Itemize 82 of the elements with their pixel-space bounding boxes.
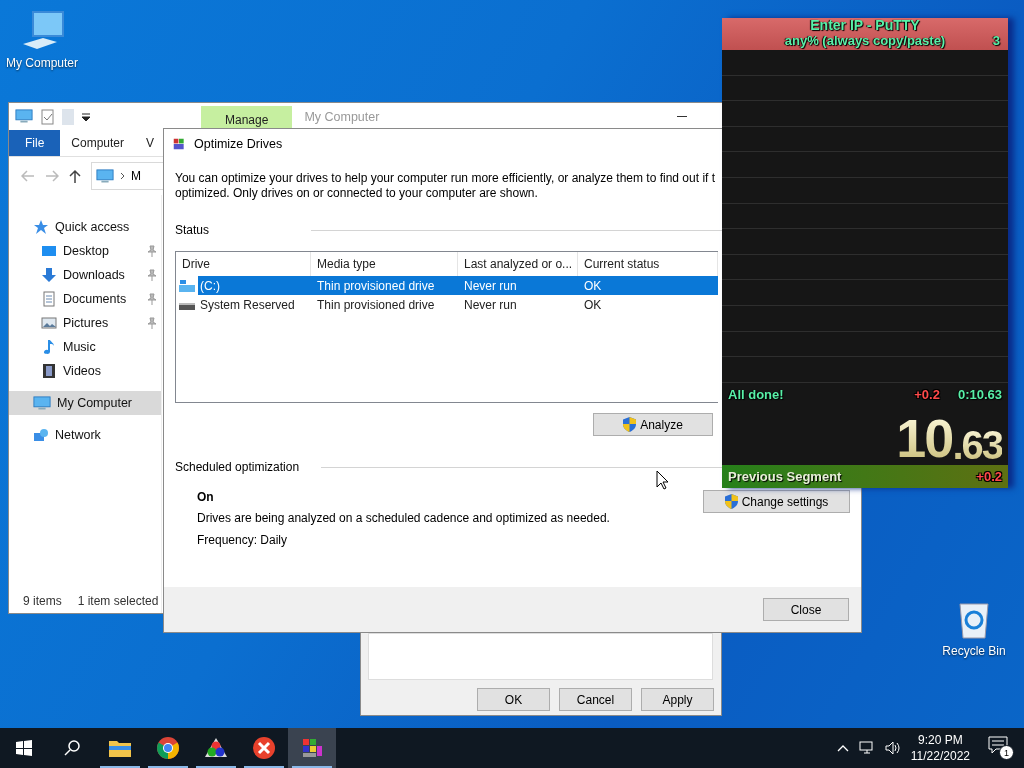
nav-item[interactable]: Videos xyxy=(9,359,161,383)
desktop-icon xyxy=(41,243,57,259)
close-button[interactable]: Close xyxy=(763,598,849,621)
computer-icon xyxy=(96,168,114,184)
change-settings-button[interactable]: Change settings xyxy=(703,490,850,513)
table-cell-text: Never run xyxy=(463,296,518,314)
dropdown-icon[interactable] xyxy=(82,112,90,121)
chevron-up-icon[interactable] xyxy=(836,744,849,752)
table-cell-text: OK xyxy=(583,296,603,314)
chevron-right-icon xyxy=(120,172,125,180)
circles-icon xyxy=(204,736,228,760)
section-heading: Scheduled optimization xyxy=(175,460,300,474)
status-text: 1 item selected xyxy=(77,594,159,608)
nav-item[interactable]: Downloads xyxy=(9,263,161,287)
ribbon-tab[interactable]: Computer xyxy=(60,130,136,156)
star-icon xyxy=(33,219,49,235)
network-icon[interactable] xyxy=(858,741,875,755)
split-time: 0:10.63 xyxy=(957,386,1002,402)
film-icon xyxy=(41,363,57,379)
category-title: any% (always copy/paste) xyxy=(784,33,946,48)
minimize-icon[interactable] xyxy=(677,115,687,118)
shield-icon xyxy=(623,417,637,432)
defrag-icon xyxy=(300,736,324,760)
close-circle-icon xyxy=(252,736,276,760)
desktop-icon-label[interactable]: Recycle Bin xyxy=(942,644,1006,658)
table-cell: System Reserved xyxy=(200,297,295,312)
computer-icon xyxy=(15,109,33,124)
drive-row[interactable]: System Reserved Thin provisioned drive Never run OK xyxy=(198,295,718,314)
previous-segment-label: Previous Segment xyxy=(728,469,842,484)
network-icon xyxy=(33,427,49,443)
table-cell-text: Thin provisioned drive xyxy=(316,277,436,295)
volume-icon[interactable] xyxy=(884,741,901,755)
game-title: Enter IP - PuTTY xyxy=(810,18,920,33)
context-tab[interactable]: Manage xyxy=(201,106,293,130)
status-text: 9 items xyxy=(23,594,62,608)
split-delta: +0.2 xyxy=(914,386,940,402)
table-cell: (C:) xyxy=(200,278,220,293)
desktop-icon-label[interactable]: My Computer xyxy=(6,56,78,70)
nav-item[interactable]: My Computer xyxy=(9,391,161,415)
section-heading: Status xyxy=(175,223,210,237)
search-icon xyxy=(64,740,80,756)
nav-item[interactable]: Network xyxy=(9,423,161,447)
properties-icon[interactable] xyxy=(41,108,54,125)
nav-item[interactable]: Music xyxy=(9,335,161,359)
document-icon xyxy=(41,291,57,307)
shield-icon xyxy=(724,494,738,509)
defrag-icon xyxy=(172,137,186,151)
schedule-state: On xyxy=(197,490,215,504)
nav-item[interactable]: Quick access xyxy=(9,215,161,239)
windows-icon xyxy=(16,740,32,756)
table-cell-text: Thin provisioned drive xyxy=(316,296,436,314)
drive-row[interactable]: (C:) Thin provisioned drive Never run OK xyxy=(198,276,718,295)
nav-item[interactable]: Pictures xyxy=(9,311,161,335)
table-cell-text: Never run xyxy=(463,277,518,295)
pin-icon[interactable] xyxy=(147,317,157,329)
table-cell-text: OK xyxy=(583,277,603,295)
schedule-description: Drives are being analyzed on a scheduled cadence and optimized as needed. xyxy=(197,511,611,526)
split-name: All done! xyxy=(728,386,785,402)
download-arrow-icon xyxy=(41,267,57,283)
nav-item[interactable]: Documents xyxy=(9,287,161,311)
pin-icon[interactable] xyxy=(147,245,157,257)
window-title: My Computer xyxy=(303,108,380,126)
attempt-count: 3 xyxy=(992,33,1000,48)
pin-icon[interactable] xyxy=(147,269,157,281)
dialog-button[interactable]: Apply xyxy=(641,688,714,711)
dialog-button[interactable]: Cancel xyxy=(559,688,632,711)
cursor-icon xyxy=(656,470,669,490)
clock[interactable]: 9:20 PM 11/22/2022 xyxy=(910,732,970,764)
picture-icon xyxy=(41,315,57,331)
music-note-icon xyxy=(41,339,57,355)
nav-item[interactable]: Desktop xyxy=(9,239,161,263)
up-arrow-icon[interactable] xyxy=(69,169,81,183)
schedule-frequency: Frequency: Daily xyxy=(197,533,289,548)
computer-icon xyxy=(33,395,51,411)
ribbon-tab[interactable]: V xyxy=(135,130,166,156)
chrome-icon xyxy=(156,736,180,760)
dialog-title: Optimize Drives xyxy=(194,137,283,151)
previous-segment-value: +0.2 xyxy=(976,469,1002,484)
pin-icon[interactable] xyxy=(147,293,157,305)
drive-icon xyxy=(179,278,195,293)
dialog-button[interactable]: OK xyxy=(477,688,550,711)
analyze-button[interactable]: Analyze xyxy=(593,413,713,436)
